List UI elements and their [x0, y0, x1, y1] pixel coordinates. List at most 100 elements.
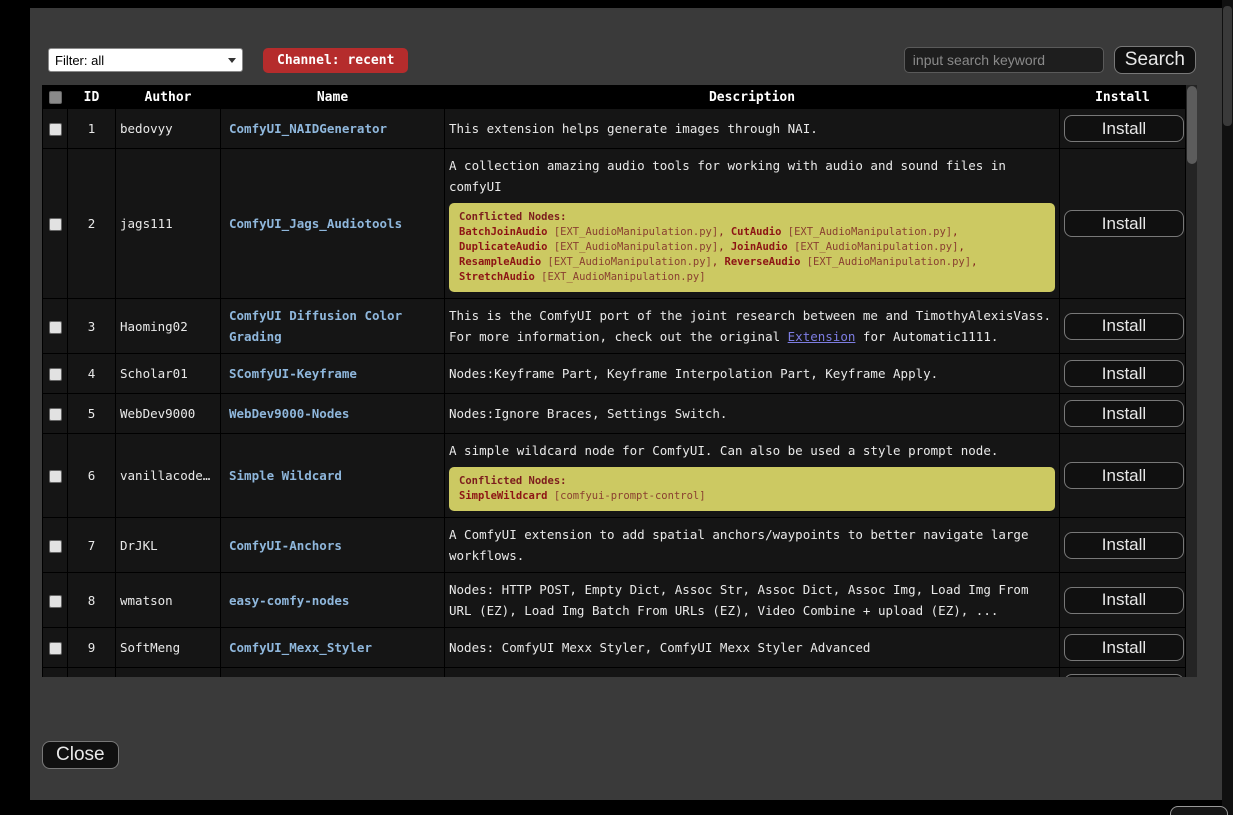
row-author: jags111: [116, 149, 221, 299]
table-row: 5WebDev9000 WebDev9000-Nodes Nodes:Ignore …: [43, 394, 1186, 434]
extension-name-link[interactable]: WebDev9000-Nodes: [229, 406, 349, 421]
header-author: Author: [116, 86, 221, 109]
extension-name-link[interactable]: ComfyUI_Jags_Audiotools: [229, 216, 402, 231]
conflict-ext-name: [EXT_AudioManipulation.py]: [548, 241, 719, 253]
install-button[interactable]: Install: [1064, 115, 1184, 142]
header-name: Name: [221, 86, 445, 109]
install-button[interactable]: Install: [1064, 313, 1184, 340]
header-install: Install: [1060, 86, 1186, 109]
install-button[interactable]: Install: [1064, 634, 1184, 661]
header-checkbox-cell: [43, 86, 68, 109]
table-row: 10zcfrank1stComfyUI Yolov8Nodes: Yolov8D…: [43, 668, 1186, 678]
description-text: This extension helps generate images thr…: [449, 118, 1055, 139]
row-id: 8: [68, 573, 116, 628]
row-checkbox[interactable]: [49, 408, 62, 421]
row-checkbox-cell: [43, 394, 68, 434]
row-checkbox-cell: [43, 299, 68, 354]
install-button[interactable]: Install: [1064, 587, 1184, 614]
row-id: 10: [68, 668, 116, 678]
extension-name-link[interactable]: ComfyUI_NAIDGenerator: [229, 121, 387, 136]
description-text: A collection amazing audio tools for wor…: [449, 155, 1055, 197]
row-checkbox[interactable]: [49, 540, 62, 553]
page-scrollbar-thumb[interactable]: [1223, 6, 1232, 126]
row-id: 5: [68, 394, 116, 434]
table-row: 3Haoming02ComfyUI Diffusion Color Gradin…: [43, 299, 1186, 354]
extension-name-link[interactable]: ComfyUI Diffusion Color Grading: [229, 308, 402, 344]
row-description: Nodes:Ignore Braces, Settings Switch.: [445, 394, 1060, 434]
filter-select[interactable]: Filter: all: [48, 48, 243, 72]
install-button-cell: Install: [1060, 573, 1186, 628]
conflict-node-name: JoinAudio: [731, 241, 788, 253]
row-checkbox[interactable]: [49, 321, 62, 334]
conflict-ext-name: [EXT_AudioManipulation.py]: [800, 256, 971, 268]
table-scrollbar-thumb[interactable]: [1187, 86, 1197, 164]
conflict-node-name: StretchAudio: [459, 271, 535, 283]
extension-name-link[interactable]: ComfyUI_Mexx_Styler: [229, 640, 372, 655]
extension-name-link[interactable]: SComfyUI-Keyframe: [229, 366, 357, 381]
description-text: A ComfyUI extension to add spatial ancho…: [449, 524, 1055, 566]
description-text: Nodes:Keyframe Part, Keyframe Interpolat…: [449, 363, 1055, 384]
row-checkbox-cell: [43, 434, 68, 518]
channel-badge: Channel: recent: [263, 48, 408, 73]
row-checkbox-cell: [43, 149, 68, 299]
close-button[interactable]: Close: [42, 741, 119, 769]
row-id: 2: [68, 149, 116, 299]
row-name-cell: ComfyUI Yolov8: [221, 668, 445, 678]
table-row: 1bedovyyComfyUI_NAIDGeneratorThis extens…: [43, 109, 1186, 149]
row-checkbox-cell: [43, 518, 68, 573]
conflict-title: Conflicted Nodes:: [459, 474, 1045, 489]
row-id: 6: [68, 434, 116, 518]
install-button-cell: Install: [1060, 628, 1186, 668]
row-checkbox[interactable]: [49, 218, 62, 231]
dialog-toolbar: Filter: all Channel: recent Search: [48, 46, 1196, 74]
row-checkbox[interactable]: [49, 470, 62, 483]
install-button[interactable]: Install: [1064, 674, 1184, 677]
row-name-cell: Simple Wildcard: [221, 434, 445, 518]
row-checkbox[interactable]: [49, 123, 62, 136]
description-link[interactable]: Extension: [788, 329, 856, 344]
row-author: WebDev9000: [116, 394, 221, 434]
partial-button[interactable]: [1170, 806, 1228, 815]
install-button-cell: Install: [1060, 434, 1186, 518]
row-name-cell: SComfyUI-Keyframe: [221, 354, 445, 394]
conflict-ext-name: [EXT_AudioManipulation.py]: [781, 226, 952, 238]
install-button-cell: Install: [1060, 354, 1186, 394]
search-button[interactable]: Search: [1114, 46, 1196, 74]
row-id: 7: [68, 518, 116, 573]
header-description: Description: [445, 86, 1060, 109]
row-checkbox-cell: [43, 628, 68, 668]
row-author: Haoming02: [116, 299, 221, 354]
row-id: 1: [68, 109, 116, 149]
extension-name-link[interactable]: easy-comfy-nodes: [229, 593, 349, 608]
extension-name-link[interactable]: ComfyUI-Anchors: [229, 538, 342, 553]
row-checkbox-cell: [43, 109, 68, 149]
row-checkbox[interactable]: [49, 368, 62, 381]
row-description: This extension helps generate images thr…: [445, 109, 1060, 149]
header-id: ID: [68, 86, 116, 109]
row-checkbox[interactable]: [49, 595, 62, 608]
table-scrollbar[interactable]: [1185, 85, 1197, 677]
row-checkbox-cell: [43, 573, 68, 628]
select-all-checkbox[interactable]: [49, 91, 62, 104]
install-button[interactable]: Install: [1064, 400, 1184, 427]
row-name-cell: ComfyUI_Mexx_Styler: [221, 628, 445, 668]
install-button[interactable]: Install: [1064, 210, 1184, 237]
install-button[interactable]: Install: [1064, 532, 1184, 559]
page-scrollbar[interactable]: [1222, 0, 1233, 815]
conflict-node-name: DuplicateAudio: [459, 241, 548, 253]
row-checkbox[interactable]: [49, 642, 62, 655]
row-name-cell: ComfyUI_NAIDGenerator: [221, 109, 445, 149]
install-custom-nodes-dialog: Filter: all Channel: recent Search ID Au…: [30, 8, 1222, 800]
row-name-cell: ComfyUI-Anchors: [221, 518, 445, 573]
row-description: A ComfyUI extension to add spatial ancho…: [445, 518, 1060, 573]
table-row: 9SoftMengComfyUI_Mexx_StylerNodes: Comfy…: [43, 628, 1186, 668]
description-text: Nodes: HTTP POST, Empty Dict, Assoc Str,…: [449, 579, 1055, 621]
install-button-cell: Install: [1060, 394, 1186, 434]
row-name-cell: WebDev9000-Nodes: [221, 394, 445, 434]
row-description: A collection amazing audio tools for wor…: [445, 149, 1060, 299]
search-input[interactable]: [904, 47, 1104, 73]
install-button[interactable]: Install: [1064, 360, 1184, 387]
install-button[interactable]: Install: [1064, 462, 1184, 489]
row-description: Nodes: HTTP POST, Empty Dict, Assoc Str,…: [445, 573, 1060, 628]
extension-name-link[interactable]: Simple Wildcard: [229, 468, 342, 483]
